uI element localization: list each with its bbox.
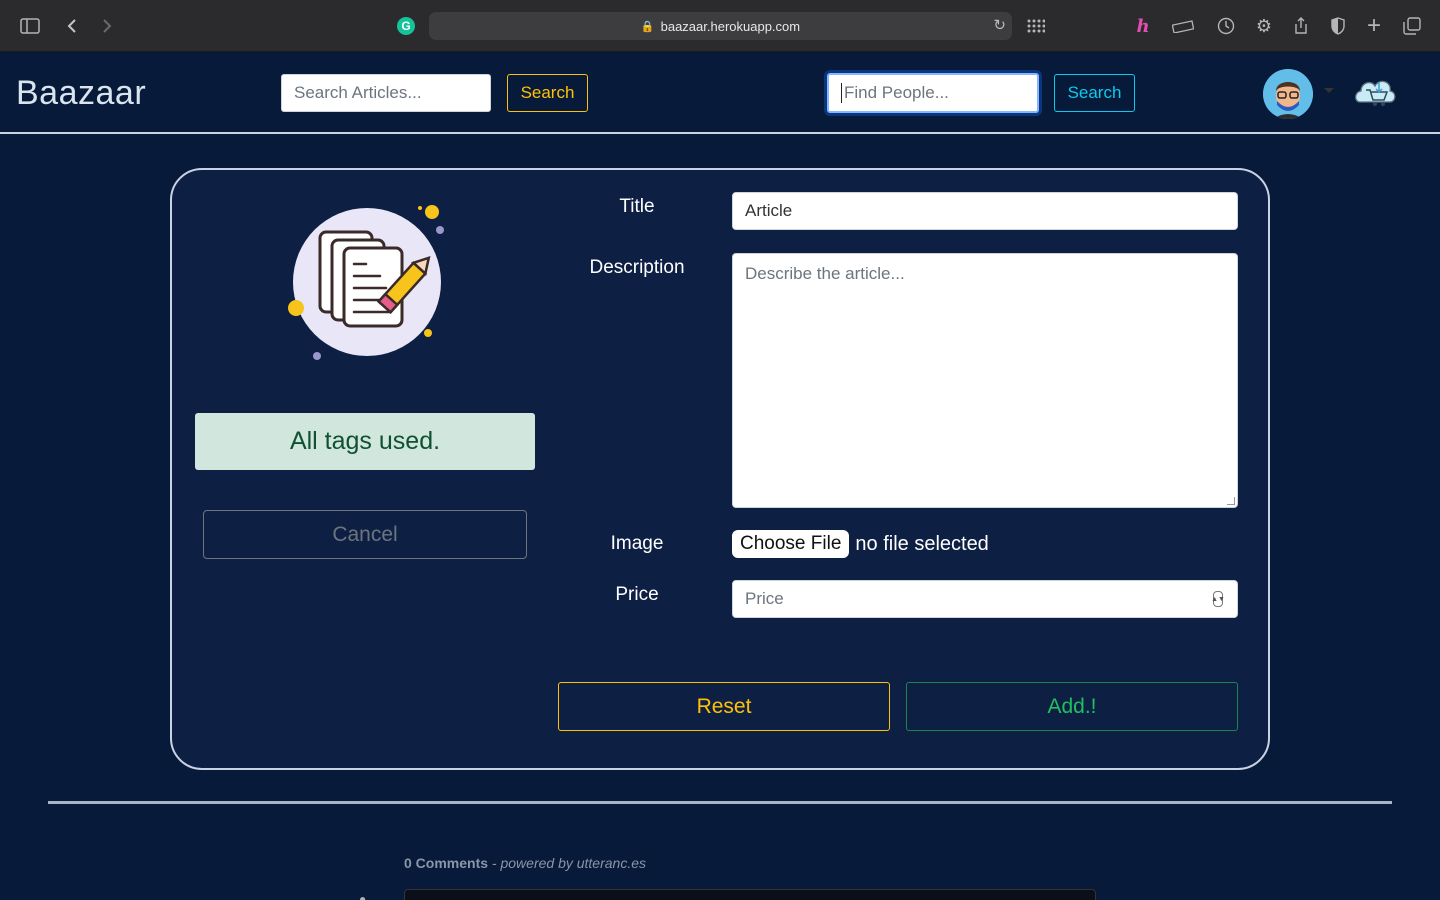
- brand-logo-text[interactable]: Baazaar: [16, 74, 146, 113]
- address-bar[interactable]: 🔒 baazaar.herokuapp.com ↻: [429, 12, 1012, 40]
- sidebar-toggle-icon[interactable]: [18, 14, 42, 38]
- people-search-placeholder: Find People...: [844, 83, 949, 102]
- privacy-shield-icon[interactable]: [1326, 14, 1350, 38]
- resize-handle-icon[interactable]: [1227, 497, 1235, 505]
- people-search-input[interactable]: Find People...: [827, 73, 1039, 113]
- user-menu-caret-icon[interactable]: [1324, 88, 1334, 93]
- grammarly-extension-icon[interactable]: G: [397, 17, 415, 35]
- apps-grid-icon[interactable]: [1024, 14, 1048, 38]
- honey-extension-icon[interactable]: h: [1131, 14, 1155, 38]
- image-label: Image: [610, 533, 664, 554]
- section-divider: [48, 801, 1392, 804]
- forward-icon[interactable]: [95, 14, 119, 38]
- description-label: Description: [589, 257, 685, 278]
- file-status-text: no file selected: [855, 532, 989, 555]
- cancel-button[interactable]: Cancel: [203, 510, 527, 559]
- github-icon: ●: [359, 892, 367, 900]
- url-text: baazaar.herokuapp.com: [660, 18, 801, 34]
- image-file-input: Choose File no file selected: [732, 530, 989, 558]
- reload-icon[interactable]: ↻: [993, 16, 1006, 34]
- share-icon[interactable]: [1289, 14, 1313, 38]
- description-placeholder: Describe the article...: [745, 264, 905, 283]
- new-tab-plus-icon[interactable]: +: [1362, 12, 1386, 39]
- add-article-card: All tags used. Cancel Title Article Desc…: [170, 168, 1270, 770]
- article-search-input[interactable]: Search Articles...: [281, 74, 491, 112]
- comments-powered-by[interactable]: - powered by utteranc.es: [492, 855, 646, 871]
- description-textarea[interactable]: Describe the article...: [732, 253, 1238, 508]
- comment-editor[interactable]: [404, 889, 1096, 900]
- article-illustration-icon: [286, 194, 456, 364]
- browser-toolbar: G 🔒 baazaar.herokuapp.com ↻ h ⚙ +: [0, 0, 1440, 52]
- text-cursor: [841, 83, 842, 103]
- user-avatar[interactable]: [1263, 69, 1313, 119]
- title-label: Title: [619, 196, 655, 217]
- price-label: Price: [615, 584, 659, 605]
- comments-count: 0 Comments: [404, 855, 489, 871]
- people-search-button[interactable]: Search: [1054, 74, 1135, 112]
- reset-button[interactable]: Reset: [558, 682, 890, 731]
- lock-icon: 🔒: [640, 20, 655, 33]
- price-placeholder: Price: [745, 589, 784, 608]
- article-search-button[interactable]: Search: [507, 74, 588, 112]
- choose-file-button[interactable]: Choose File: [732, 530, 850, 558]
- comments-header: 0 Comments - powered by utteranc.es: [404, 855, 646, 871]
- ruler-icon[interactable]: [1171, 14, 1195, 38]
- tab-overview-icon[interactable]: [1400, 14, 1424, 38]
- app-navbar: Baazaar Search Articles... Search Find P…: [0, 52, 1440, 134]
- history-icon[interactable]: [1214, 14, 1238, 38]
- settings-gear-icon[interactable]: ⚙: [1252, 14, 1276, 38]
- price-input[interactable]: Price ▲▼: [732, 580, 1238, 618]
- add-button[interactable]: Add.!: [906, 682, 1238, 731]
- tags-status-alert: All tags used.: [195, 413, 535, 470]
- number-spinner-icon[interactable]: ▲▼: [1211, 591, 1225, 607]
- cart-cloud-icon[interactable]: [1352, 72, 1398, 114]
- back-icon[interactable]: [60, 14, 84, 38]
- title-input[interactable]: Article: [732, 192, 1238, 230]
